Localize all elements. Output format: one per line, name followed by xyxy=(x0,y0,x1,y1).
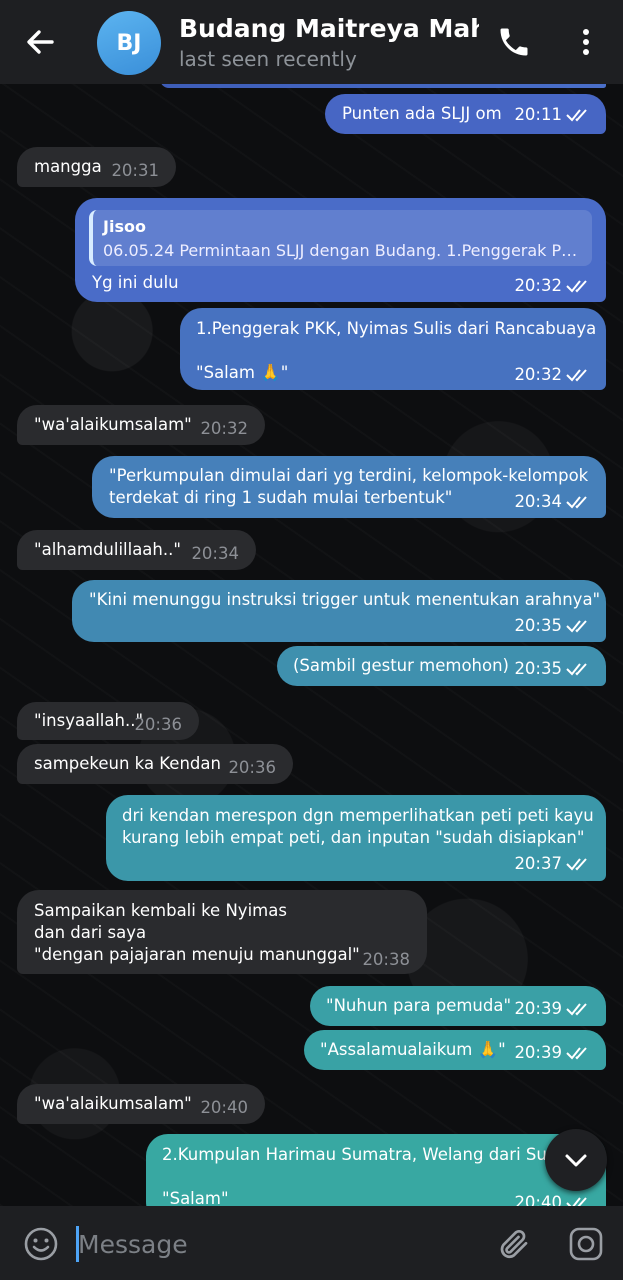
phone-icon xyxy=(500,28,528,56)
double-check-icon xyxy=(566,663,587,676)
call-button[interactable] xyxy=(496,24,532,60)
double-check-icon xyxy=(566,620,587,633)
camera-button[interactable] xyxy=(567,1225,605,1263)
message-time: 20:34 xyxy=(514,492,562,511)
message-text: "alhamdulillaah.." xyxy=(34,540,181,559)
message-bubble-outgoing[interactable]: "Nuhun para pemuda" 20:39 xyxy=(310,986,606,1026)
reply-sender: Jisoo xyxy=(103,217,146,236)
double-check-icon xyxy=(566,109,587,122)
message-time: 20:35 xyxy=(514,616,562,635)
more-vertical-icon xyxy=(583,29,589,55)
message-text: "wa'alaikumsalam" xyxy=(34,415,192,434)
message-text: "Nuhun para pemuda" xyxy=(326,996,512,1015)
message-bubble-outgoing[interactable]: Punten ada SLJJ om 20:11 xyxy=(325,94,606,134)
message-text: Punten ada SLJJ om xyxy=(342,104,502,123)
double-check-icon xyxy=(566,1197,587,1206)
message-text: "insyaallah.." xyxy=(34,711,144,730)
message-bubble-outgoing[interactable]: "Kini menunggu instruksi trigger untuk m… xyxy=(72,580,606,642)
message-time: 20:34 xyxy=(191,544,239,563)
avatar[interactable]: BJ xyxy=(97,11,161,75)
double-check-icon xyxy=(566,496,587,509)
message-time: 20:32 xyxy=(200,419,248,438)
double-check-icon xyxy=(566,369,587,382)
message-bubble-outgoing[interactable]: 2.Kumpulan Harimau Sumatra, Welang dari … xyxy=(146,1134,606,1206)
scroll-to-bottom-button[interactable] xyxy=(545,1129,607,1191)
message-input[interactable] xyxy=(78,1224,478,1264)
message-bubble-outgoing[interactable]: dri kendan merespon dgn memperlihatkan p… xyxy=(106,795,606,881)
message-text: dri kendan merespon dgn memperlihatkan p… xyxy=(122,806,594,847)
reply-snippet: 06.05.24 Permintaan SLJJ dengan Budang. … xyxy=(103,241,582,260)
emoji-icon xyxy=(24,1227,58,1261)
message-text: sampekeun ka Kendan xyxy=(34,754,221,773)
message-bubble-incoming[interactable]: "insyaallah.." 20:36 xyxy=(17,702,199,740)
arrow-left-icon xyxy=(27,30,54,54)
message-time: 20:39 xyxy=(514,999,562,1018)
message-bubble-incoming[interactable]: "wa'alaikumsalam" 20:40 xyxy=(17,1084,265,1124)
message-time: 20:36 xyxy=(134,715,182,734)
message-time: 20:37 xyxy=(514,854,562,873)
attach-button[interactable] xyxy=(496,1225,532,1263)
message-text: "wa'alaikumsalam" xyxy=(34,1094,192,1113)
message-text: Yg ini dulu xyxy=(92,273,179,292)
message-time: 20:32 xyxy=(514,365,562,384)
message-text: (Sambil gestur memohon) xyxy=(293,656,509,675)
message-bubble-outgoing-reply[interactable]: Jisoo 06.05.24 Permintaan SLJJ dengan Bu… xyxy=(75,198,606,302)
message-composer xyxy=(0,1206,623,1280)
message-time: 20:11 xyxy=(514,105,562,124)
message-bubble-outgoing[interactable]: "Assalamualaikum 🙏" 20:39 xyxy=(304,1030,606,1070)
paperclip-icon xyxy=(500,1229,528,1259)
message-text: 2.Kumpulan Harimau Sumatra, Welang dari … xyxy=(162,1145,554,1206)
camera-icon xyxy=(569,1227,603,1261)
reply-quote[interactable]: Jisoo 06.05.24 Permintaan SLJJ dengan Bu… xyxy=(89,210,592,266)
message-bubble-outgoing[interactable]: 1.Penggerak PKK, Nyimas Sulis dari Ranca… xyxy=(180,308,606,390)
double-check-icon xyxy=(566,1047,587,1060)
message-time: 20:35 xyxy=(514,659,562,678)
message-bubble-partial xyxy=(160,84,606,88)
message-time: 20:36 xyxy=(228,758,276,777)
emoji-button[interactable] xyxy=(22,1225,60,1263)
message-bubble-incoming[interactable]: sampekeun ka Kendan 20:36 xyxy=(17,744,293,784)
message-bubble-incoming[interactable]: "wa'alaikumsalam" 20:32 xyxy=(17,405,265,445)
message-time: 20:40 xyxy=(200,1098,248,1117)
message-bubble-outgoing[interactable]: (Sambil gestur memohon) 20:35 xyxy=(277,646,606,686)
more-options-button[interactable] xyxy=(572,24,600,60)
message-bubble-incoming[interactable]: Sampaikan kembali ke Nyimas dan dari say… xyxy=(17,890,427,974)
message-bubble-incoming[interactable]: "alhamdulillaah.." 20:34 xyxy=(17,530,256,570)
message-time: 20:40 xyxy=(514,1193,562,1206)
double-check-icon xyxy=(566,858,587,871)
message-bubble-incoming[interactable]: mangga 20:31 xyxy=(17,147,176,187)
double-check-icon xyxy=(566,280,587,293)
chevron-down-icon xyxy=(565,1154,587,1167)
message-text: "Assalamualaikum 🙏" xyxy=(320,1040,506,1059)
message-text: Sampaikan kembali ke Nyimas dan dari say… xyxy=(34,901,360,964)
message-time: 20:31 xyxy=(111,161,159,180)
chat-status: last seen recently xyxy=(179,47,357,71)
message-time: 20:39 xyxy=(514,1043,562,1062)
message-bubble-outgoing[interactable]: "Perkumpulan dimulai dari yg terdini, ke… xyxy=(92,456,606,518)
chat-title: Budang Maitreya Mahab xyxy=(179,14,479,43)
back-button[interactable] xyxy=(22,24,58,60)
message-text: mangga xyxy=(34,157,102,176)
double-check-icon xyxy=(566,1003,587,1016)
message-list[interactable]: Punten ada SLJJ om 20:11 mangga 20:31 Ji… xyxy=(0,84,623,1206)
chat-header: BJ Budang Maitreya Mahab last seen recen… xyxy=(0,0,623,84)
message-time: 20:32 xyxy=(514,276,562,295)
chat-title-area[interactable]: Budang Maitreya Mahab last seen recently xyxy=(179,14,479,71)
message-text: "Kini menunggu instruksi trigger untuk m… xyxy=(89,590,601,609)
message-time: 20:38 xyxy=(362,950,410,969)
